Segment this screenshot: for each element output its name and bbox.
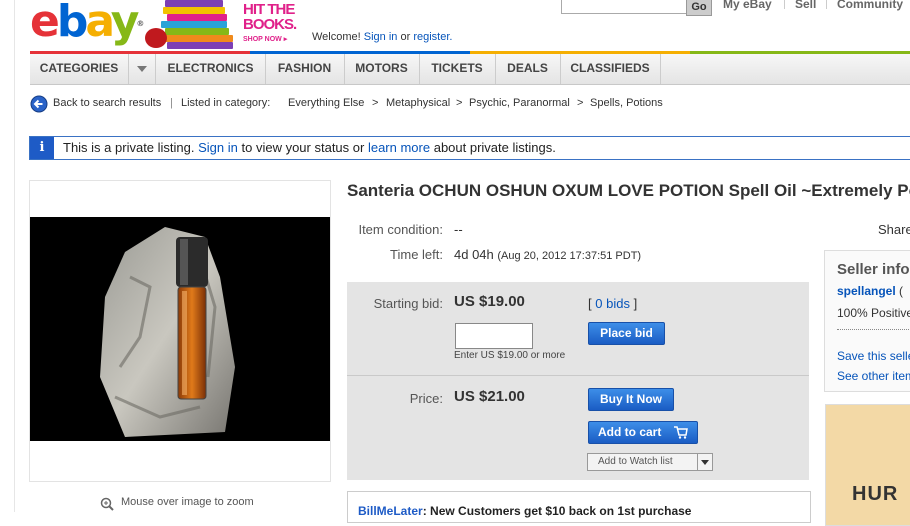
breadcrumb-arrow: > xyxy=(456,97,463,109)
breadcrumb-separator: | xyxy=(170,97,173,109)
seller-name-link[interactable]: spellangel xyxy=(837,284,896,298)
learn-more-link[interactable]: learn more xyxy=(368,140,430,155)
back-arrow-icon[interactable] xyxy=(30,95,48,113)
search-input[interactable] xyxy=(561,0,687,14)
item-image-frame[interactable] xyxy=(29,180,331,482)
seller-name-row: spellangel ( xyxy=(837,284,904,298)
apple-icon xyxy=(145,28,167,48)
item-photo[interactable] xyxy=(30,217,330,441)
seller-info-title: Seller info xyxy=(837,261,910,278)
notice-sign-in-link[interactable]: Sign in xyxy=(198,140,238,155)
banner-headline: HIT THE BOOKS. xyxy=(243,1,297,33)
my-ebay-link[interactable]: My eBay xyxy=(723,0,772,11)
bid-hint: Enter US $19.00 or more xyxy=(454,350,566,361)
banner-shop-now[interactable]: SHOP NOW ▸ xyxy=(243,35,287,43)
logo-letter: e xyxy=(30,0,60,47)
seller-info-box: Seller info spellangel ( 100% Positive S… xyxy=(824,250,910,392)
price-label: Price: xyxy=(409,391,443,406)
seller-feedback: 100% Positive xyxy=(837,306,910,320)
nav-tickets[interactable]: TICKETS xyxy=(419,54,496,84)
nav-classifieds[interactable]: CLASSIFIEDS xyxy=(560,54,661,84)
watch-list-label: Add to Watch list xyxy=(598,456,673,467)
nav-categories[interactable]: CATEGORIES xyxy=(30,54,128,84)
starting-bid-value: US $19.00 xyxy=(454,293,525,310)
category-nav: CATEGORIES ELECTRONICS FASHION MOTORS TI… xyxy=(30,54,910,85)
breadcrumb-item[interactable]: Metaphysical xyxy=(386,97,450,109)
bids-count: [ 0 bids ] xyxy=(588,296,638,311)
ebay-logo[interactable]: ebay® xyxy=(30,0,144,44)
logo-letter: a xyxy=(85,0,113,47)
breadcrumb-item[interactable]: Everything Else xyxy=(288,97,364,109)
nav-electronics[interactable]: ELECTRONICS xyxy=(156,54,266,84)
item-title: Santeria OCHUN OSHUN OXUM LOVE POTION Sp… xyxy=(347,181,910,200)
chevron-down-icon xyxy=(137,66,147,72)
breadcrumb-item[interactable]: Spells, Potions xyxy=(590,97,663,109)
starting-bid-label: Starting bid: xyxy=(373,296,443,311)
price-value: US $21.00 xyxy=(454,388,525,405)
time-left-label: Time left: xyxy=(390,247,443,262)
categories-dropdown-button[interactable] xyxy=(128,54,156,84)
sign-in-link[interactable]: Sign in xyxy=(364,31,398,43)
bid-amount-input[interactable] xyxy=(455,323,533,349)
nav-fashion[interactable]: FASHION xyxy=(265,54,345,84)
end-time: (Aug 20, 2012 17:37:51 PDT) xyxy=(497,250,642,262)
logo-letter: b xyxy=(56,0,88,47)
zoom-hint: Mouse over image to zoom xyxy=(121,496,254,508)
item-condition-value: -- xyxy=(454,222,463,237)
see-other-items-link[interactable]: See other items xyxy=(837,369,910,383)
share-link[interactable]: Share xyxy=(878,222,910,237)
breadcrumb-item[interactable]: Psychic, Paranormal xyxy=(469,97,570,109)
buy-it-now-button[interactable]: Buy It Now xyxy=(588,388,674,411)
page-left-border xyxy=(14,0,15,512)
zoom-icon xyxy=(100,497,114,511)
listed-in-label: Listed in category: xyxy=(181,97,271,109)
logo-letter: y xyxy=(110,0,140,47)
watch-list-dropdown[interactable] xyxy=(697,454,712,470)
nav-deals[interactable]: DEALS xyxy=(495,54,561,84)
bids-link[interactable]: 0 bids xyxy=(595,296,630,311)
register-link[interactable]: register. xyxy=(413,31,452,43)
item-condition-label: Item condition: xyxy=(358,222,443,237)
info-icon: i xyxy=(30,137,54,159)
sell-link[interactable]: Sell xyxy=(795,0,816,11)
add-to-cart-label: Add to cart xyxy=(598,425,662,439)
divider xyxy=(837,329,910,330)
breadcrumb-arrow: > xyxy=(372,97,379,109)
add-to-cart-button[interactable]: Add to cart xyxy=(588,421,698,444)
back-to-search-link[interactable]: Back to search results xyxy=(53,97,161,109)
add-to-watch-list-button[interactable]: Add to Watch list xyxy=(587,453,713,471)
side-advertisement[interactable]: HUR xyxy=(825,404,910,526)
chevron-down-icon xyxy=(701,460,709,465)
promo-text: BillMeLater: New Customers get $10 back … xyxy=(358,504,692,518)
bid-panel: Starting bid: US $19.00 [ 0 bids ] Enter… xyxy=(347,282,809,376)
ad-text: HUR xyxy=(852,483,899,505)
time-left-value: 4d 04h (Aug 20, 2012 17:37:51 PDT) xyxy=(454,247,642,262)
books-illustration xyxy=(145,0,240,49)
welcome-message: Welcome! Sign in or register. xyxy=(312,31,453,43)
breadcrumb-arrow: > xyxy=(577,97,584,109)
buy-now-panel: Price: US $21.00 Buy It Now Add to cart … xyxy=(347,376,809,480)
notice-text: This is a private listing. Sign in to vi… xyxy=(63,140,556,155)
private-listing-notice: i This is a private listing. Sign in to … xyxy=(29,136,910,160)
registered-mark: ® xyxy=(136,19,145,28)
divider xyxy=(784,0,785,9)
save-seller-link[interactable]: Save this seller xyxy=(837,349,910,363)
place-bid-button[interactable]: Place bid xyxy=(588,322,665,345)
search-go-button[interactable]: Go xyxy=(686,0,712,16)
bill-me-later-promo[interactable]: BillMeLater: New Customers get $10 back … xyxy=(347,491,811,523)
cart-icon xyxy=(674,426,688,439)
divider xyxy=(826,0,827,9)
books-promo-banner[interactable]: HIT THE BOOKS. SHOP NOW ▸ xyxy=(145,0,300,49)
nav-motors[interactable]: MOTORS xyxy=(344,54,420,84)
community-link[interactable]: Community xyxy=(837,0,903,11)
